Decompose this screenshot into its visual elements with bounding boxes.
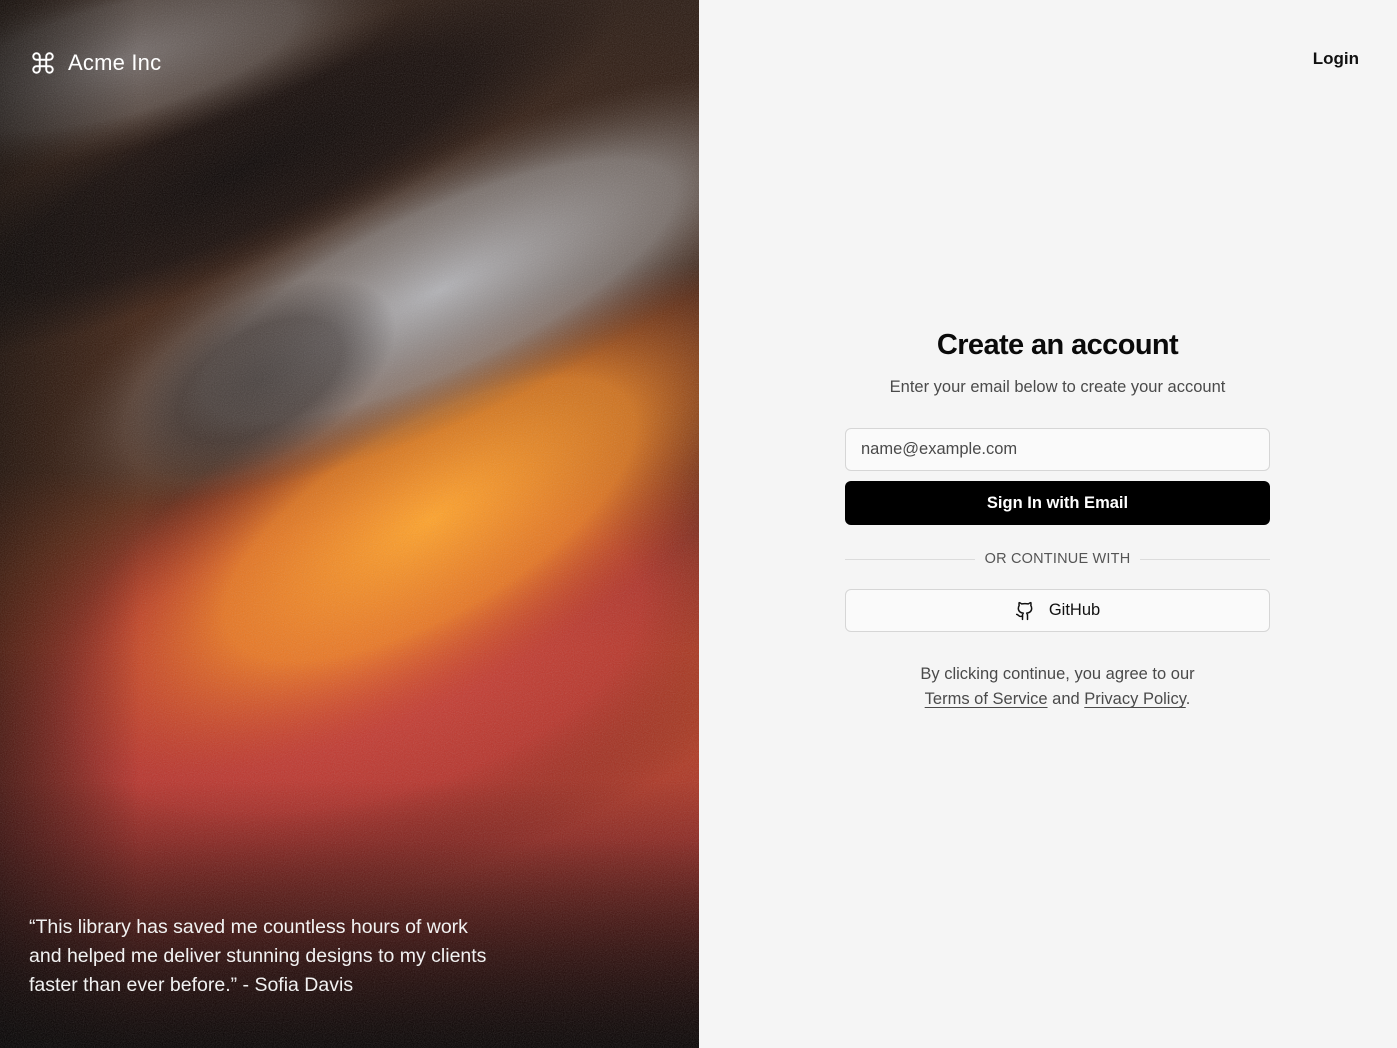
brand-name: Acme Inc <box>68 50 162 75</box>
login-link[interactable]: Login <box>1313 49 1359 69</box>
brand-logo[interactable]: Acme Inc <box>30 50 161 76</box>
sign-in-with-email-button[interactable]: Sign In with Email <box>845 481 1270 525</box>
command-icon <box>32 52 54 74</box>
hero-panel: Acme Inc “This library has saved me coun… <box>0 0 699 1048</box>
terms-suffix: . <box>1185 690 1191 708</box>
email-field[interactable] <box>845 428 1270 471</box>
signup-page: Acme Inc “This library has saved me coun… <box>0 0 1397 1048</box>
divider-text: OR CONTINUE WITH <box>984 551 1131 567</box>
divider-line-right <box>1140 558 1270 560</box>
github-button[interactable]: GitHub <box>845 589 1270 632</box>
hero-gradient-image <box>0 0 699 1048</box>
testimonial-quote: “This library has saved me countless hou… <box>29 916 487 996</box>
terms-conjunction: and <box>1052 690 1080 708</box>
signup-form: Create an account Enter your email below… <box>845 326 1270 712</box>
terms-of-service-link[interactable]: Terms of Service <box>925 690 1048 708</box>
terms-notice: By clicking continue, you agree to our T… <box>920 662 1194 712</box>
github-icon <box>1015 601 1033 620</box>
divider: OR CONTINUE WITH <box>845 551 1270 567</box>
signup-panel: Login Create an account Enter your email… <box>699 0 1397 1048</box>
divider-line-left <box>845 558 975 560</box>
github-button-label: GitHub <box>1048 601 1101 619</box>
page-subtitle: Enter your email below to create your ac… <box>889 378 1226 396</box>
page-title: Create an account <box>936 329 1179 361</box>
terms-prefix: By clicking continue, you agree to our <box>920 665 1195 683</box>
privacy-policy-link[interactable]: Privacy Policy <box>1084 690 1185 708</box>
